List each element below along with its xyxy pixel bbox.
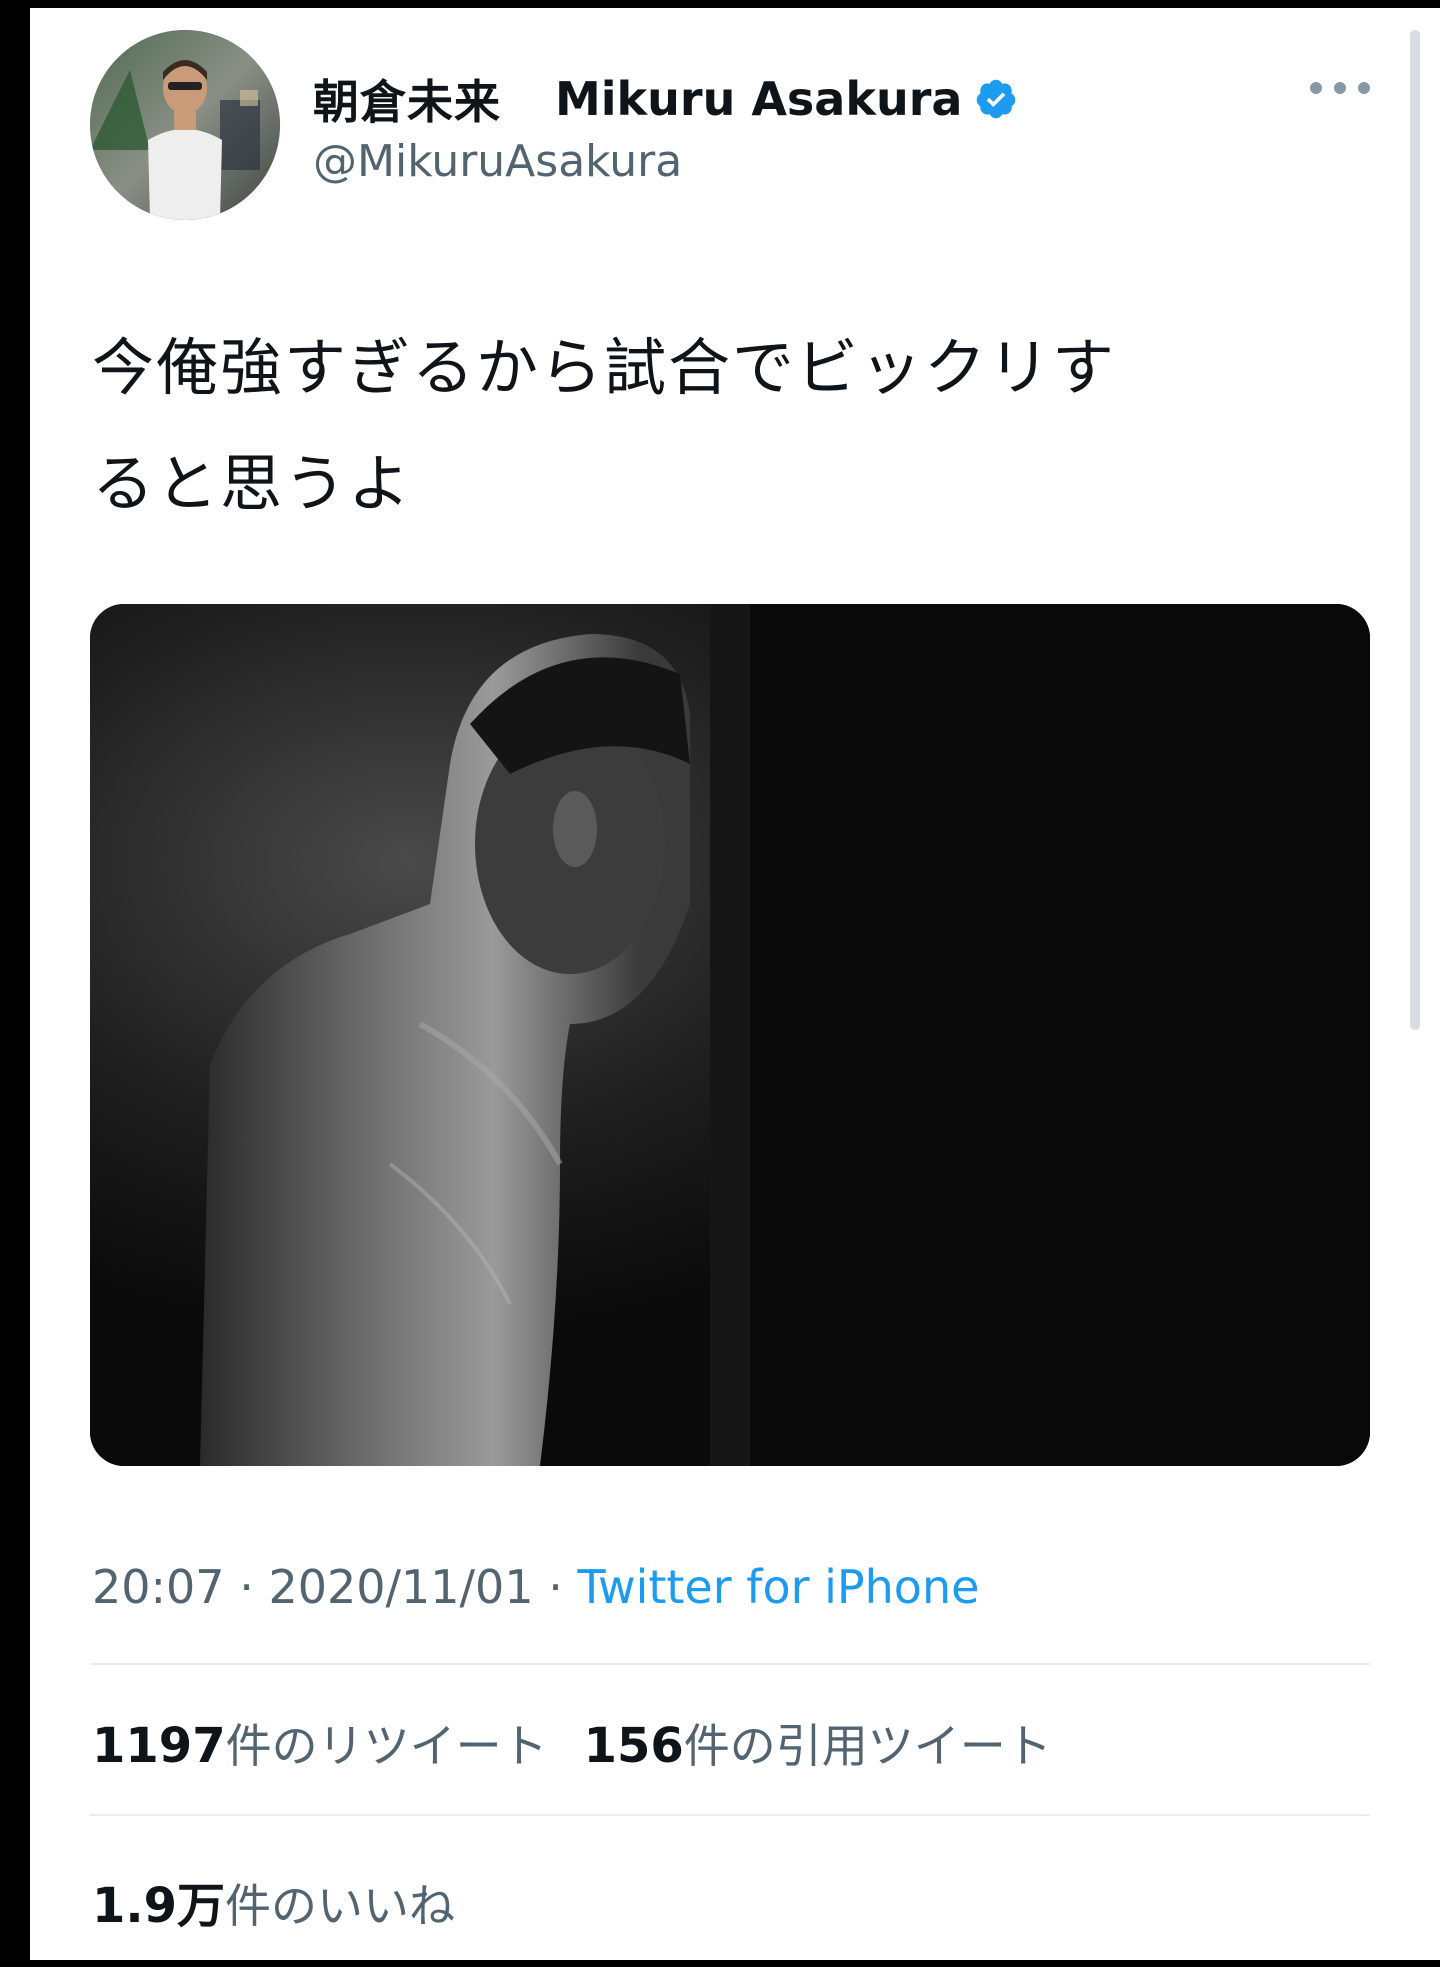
tweet-text: 今俺強すぎるから試合でビックリす ると思うよ bbox=[92, 310, 1382, 542]
quotes-stat[interactable]: 156件の引用ツイート bbox=[584, 1710, 1052, 1776]
likes-count: 1.9万 bbox=[92, 1878, 226, 1934]
retweets-label: 件のリツイート bbox=[225, 1719, 548, 1773]
more-options-icon[interactable] bbox=[1310, 76, 1370, 100]
tweet-source-link[interactable]: Twitter for iPhone bbox=[577, 1560, 979, 1614]
tweet-card: 朝倉未来 Mikuru Asakura @MikuruAsakura 今俺強すぎ… bbox=[30, 8, 1440, 1960]
likes-label: 件のいいね bbox=[225, 1879, 456, 1933]
display-name-jp[interactable]: 朝倉未来 bbox=[313, 66, 501, 132]
quotes-count: 156 bbox=[583, 1718, 684, 1774]
quotes-label: 件の引用ツイート bbox=[683, 1719, 1052, 1773]
likes-stat[interactable]: 1.9万件のいいね bbox=[92, 1866, 455, 1936]
retweets-stat[interactable]: 1197件のリツイート bbox=[92, 1710, 548, 1776]
scrollbar[interactable] bbox=[1410, 30, 1420, 1030]
tweet-text-line-1: 今俺強すぎるから試合でビックリす bbox=[92, 331, 1117, 404]
avatar[interactable] bbox=[90, 30, 280, 220]
meta-separator: · bbox=[239, 1560, 254, 1614]
divider bbox=[90, 1814, 1370, 1816]
tweet-photo[interactable] bbox=[90, 604, 1370, 1466]
meta-separator: · bbox=[548, 1560, 563, 1614]
retweet-stats-row: 1197件のリツイート 156件の引用ツイート bbox=[92, 1710, 1088, 1776]
retweets-count: 1197 bbox=[92, 1718, 226, 1774]
tweet-text-line-2: ると思うよ bbox=[92, 447, 413, 520]
display-name-row[interactable]: 朝倉未来 Mikuru Asakura bbox=[313, 66, 1018, 132]
display-name-en[interactable]: Mikuru Asakura bbox=[555, 72, 962, 126]
tweet-date[interactable]: 2020/11/01 bbox=[268, 1560, 533, 1614]
photo-image bbox=[90, 604, 1370, 1466]
tweet-time[interactable]: 20:07 bbox=[92, 1560, 225, 1614]
avatar-image bbox=[90, 30, 280, 220]
tweet-timestamp[interactable]: 20:07 · 2020/11/01 · Twitter for iPhone bbox=[92, 1560, 979, 1614]
likes-stats-row: 1.9万件のいいね bbox=[92, 1866, 491, 1936]
verified-badge-icon bbox=[977, 79, 1016, 119]
user-handle[interactable]: @MikuruAsakura bbox=[313, 136, 682, 187]
divider bbox=[90, 1663, 1370, 1665]
